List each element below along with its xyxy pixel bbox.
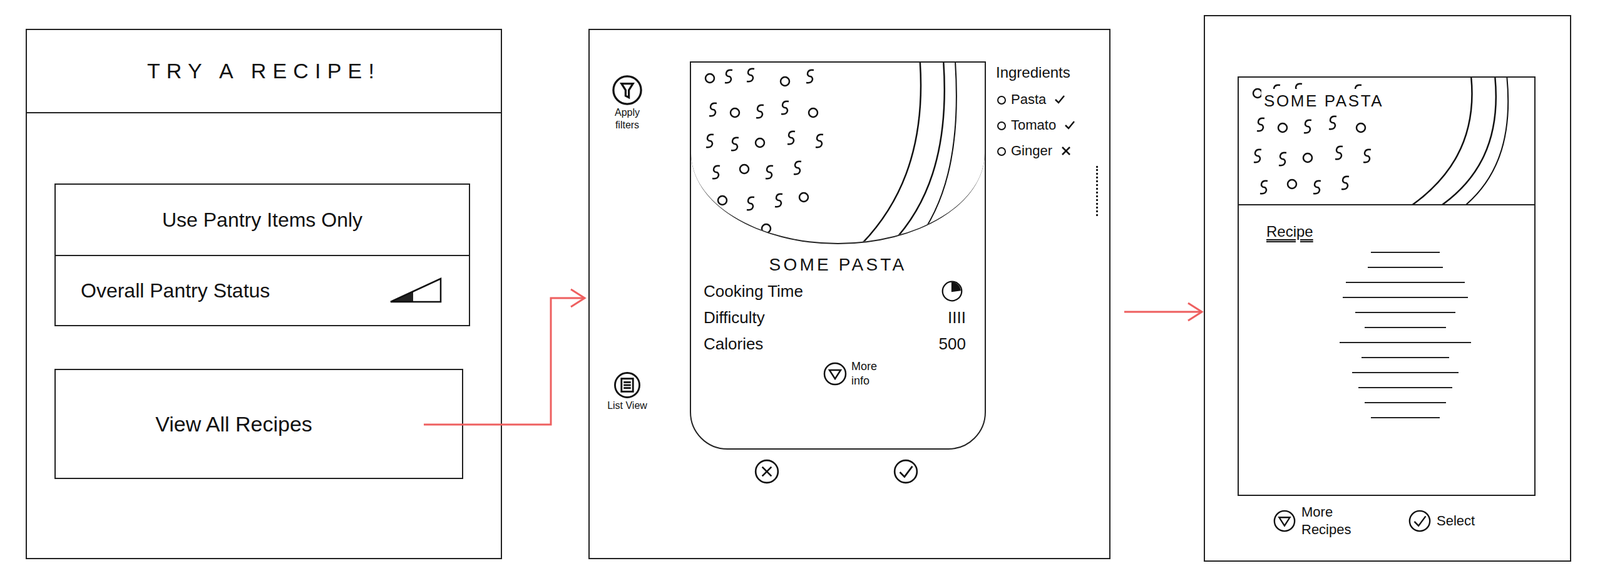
recipe-line xyxy=(1370,251,1440,253)
recipe-card[interactable]: SOME PASTACooking TimeDifficultyIIIICalo… xyxy=(689,61,986,450)
recipe-text-lines xyxy=(1303,251,1507,419)
cross-icon xyxy=(1059,144,1073,158)
ingredient-name: Ginger xyxy=(1010,140,1053,161)
check-icon xyxy=(1063,118,1077,132)
more-ingredients-dots xyxy=(1096,165,1098,216)
view-all-label: View All Recipes xyxy=(155,408,363,441)
filter-button[interactable]: Apply filters xyxy=(602,73,653,132)
pasta-picture xyxy=(691,62,985,245)
recipe-line xyxy=(1339,341,1472,344)
check-icon xyxy=(1053,93,1067,106)
pantry-option-label: Overall Pantry Status xyxy=(80,275,270,306)
recipe-picture xyxy=(691,62,985,245)
ingredient-icon xyxy=(995,119,1008,131)
pantry-option[interactable]: Overall Pantry Status xyxy=(55,254,469,325)
detail-action[interactable]: Select xyxy=(1407,503,1475,538)
recipe-name: SOME PASTA xyxy=(703,251,973,278)
more-info-label: More info xyxy=(851,359,889,388)
recipe-line xyxy=(1358,386,1453,389)
ingredients-title: Ingredients xyxy=(995,61,1109,84)
home-header: TRY A RECIPE! xyxy=(26,30,501,114)
check-icon[interactable] xyxy=(1407,508,1432,533)
ingredient-row: Tomato xyxy=(995,114,1109,136)
stat-value: IIII xyxy=(947,305,966,330)
home-screen: TRY A RECIPE! Use Pantry Items Only Overal… xyxy=(25,28,503,559)
detail-action[interactable]: More Recipes xyxy=(1272,503,1371,538)
recipe-detail-screen: SOME PASTA Recipe More Recipes Select xyxy=(1203,15,1572,562)
detail-frame: SOME PASTA Recipe xyxy=(1237,76,1536,496)
recipe-line xyxy=(1361,356,1450,359)
ingredients-list: Ingredients Pasta Tomato Ginger xyxy=(995,61,1109,450)
more-info-button[interactable]: More info xyxy=(822,359,973,388)
pantry-meter-icon xyxy=(387,275,444,306)
ingredient-icon xyxy=(995,145,1008,157)
clock-icon[interactable] xyxy=(940,279,964,303)
recipe-line xyxy=(1364,401,1447,404)
pantry-options: Use Pantry Items Only Overall Pantry Stat… xyxy=(54,183,471,327)
home-title: TRY A RECIPE! xyxy=(147,55,381,88)
recipe-section-title: Recipe xyxy=(1266,220,1314,243)
view-all-button[interactable]: View All Recipes xyxy=(54,368,464,479)
recipe-stat: Calories 500 xyxy=(703,330,973,357)
wireframe-flow: TRY A RECIPE! Use Pantry Items Only Overal… xyxy=(0,0,1600,588)
pantry-option[interactable]: Use Pantry Items Only xyxy=(55,184,469,255)
filter-icon[interactable] xyxy=(610,73,644,107)
detail-action-label: More Recipes xyxy=(1301,503,1371,538)
card-side-controls: Apply filters List View xyxy=(589,61,690,450)
ingredient-row: Pasta xyxy=(995,88,1109,110)
ingredient-icon xyxy=(995,93,1008,106)
ingredient-name: Pasta xyxy=(1010,88,1047,110)
recipe-line xyxy=(1364,326,1447,329)
recipe-stat: Difficulty IIII xyxy=(703,304,973,331)
list-view-label: List View xyxy=(607,399,648,412)
recipe-line xyxy=(1367,266,1443,268)
triangle-icon[interactable] xyxy=(822,361,848,387)
stat-label: Calories xyxy=(703,331,764,357)
arrow-icon xyxy=(423,289,1202,425)
ingredient-name: Tomato xyxy=(1010,114,1057,136)
detail-action-label: Select xyxy=(1436,512,1475,530)
detail-actions: More Recipes Select xyxy=(1272,503,1570,538)
recipe-line xyxy=(1355,311,1456,313)
flow-arrows xyxy=(0,0,1600,588)
card-actions xyxy=(753,458,1110,485)
accept-icon[interactable] xyxy=(892,458,919,485)
recipe-stat: Cooking Time xyxy=(703,277,973,305)
triangle-icon[interactable] xyxy=(1272,508,1297,533)
recipe-line xyxy=(1342,296,1468,298)
detail-header: SOME PASTA xyxy=(1238,77,1535,206)
reject-icon[interactable] xyxy=(753,458,780,485)
recipe-line xyxy=(1370,416,1440,419)
filter-label: Apply filters xyxy=(602,106,653,132)
pantry-option-label: Use Pantry Items Only xyxy=(162,204,363,235)
stat-value: 500 xyxy=(938,331,966,357)
list-icon[interactable] xyxy=(612,370,642,400)
recipe-line xyxy=(1352,371,1459,374)
recipe-card-screen: Apply filters List View SOME PASTACooking … xyxy=(588,28,1111,559)
list-view-button[interactable]: List View xyxy=(607,370,648,412)
stat-label: Cooking Time xyxy=(703,279,804,304)
ingredient-row: Ginger xyxy=(995,140,1109,161)
detail-title: SOME PASTA xyxy=(1261,88,1386,114)
recipe-line xyxy=(1345,281,1465,283)
stat-label: Difficulty xyxy=(703,305,765,330)
